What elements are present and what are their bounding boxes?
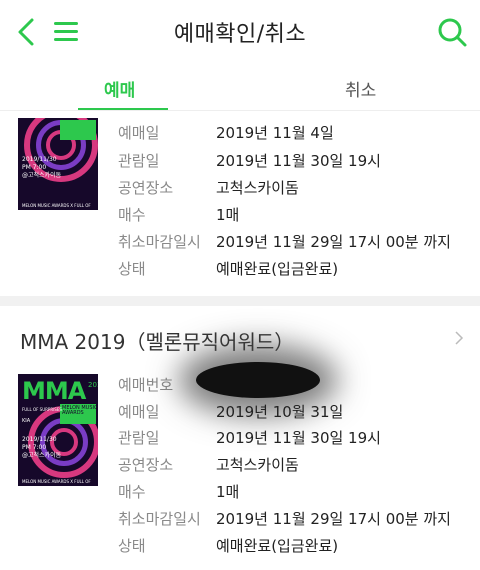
poster-logo: MMA (22, 377, 86, 405)
event-poster[interactable]: MMA 2019 FULL OF SURPRISES MELON MUSIC A… (18, 374, 98, 486)
page-title: 예매확인/취소 (173, 22, 307, 47)
detail-value: 예매완료(입금완료) (216, 260, 339, 278)
detail-value: 2019년 11월 30일 19시 (216, 152, 381, 170)
detail-value: 2019년 11월 4일 (216, 124, 334, 142)
detail-label: 공연장소 (118, 456, 174, 474)
detail-value: 2019년 11월 29일 17시 00분 까지 (216, 233, 451, 251)
redaction-mark (196, 362, 320, 398)
detail-label: 예매번호 (118, 376, 174, 394)
section-divider (0, 296, 480, 306)
detail-label: 매수 (118, 483, 146, 501)
detail-label: 예매일 (118, 403, 160, 421)
tab-divider (0, 110, 480, 111)
detail-label: 매수 (118, 206, 146, 224)
event-title[interactable]: MMA 2019（멜론뮤직어워드） (20, 326, 294, 355)
app-header: 예매확인/취소 (0, 0, 480, 64)
detail-value: 2019년 11월 29일 17시 00분 까지 (216, 510, 451, 528)
detail-label: 상태 (118, 537, 146, 555)
tab-cancel[interactable]: 취소 (345, 76, 376, 101)
detail-label: 취소마감일시 (118, 233, 201, 251)
detail-value: 1매 (216, 206, 240, 224)
detail-value: 2019년 11월 30일 19시 (216, 429, 381, 447)
detail-label: 상태 (118, 260, 146, 278)
tab-bar: 예매 취소 (0, 64, 480, 111)
search-icon[interactable] (436, 16, 468, 48)
detail-value: 고척스카이돔 (216, 456, 299, 474)
detail-label: 관람일 (118, 152, 160, 170)
detail-label: 관람일 (118, 429, 160, 447)
event-poster[interactable]: 2019/11/30 PM 7:00 @고척스카이돔 MELON MUSIC A… (18, 118, 98, 210)
chevron-right-icon[interactable] (452, 328, 466, 348)
detail-value: 2019년 10월 31일 (216, 403, 344, 421)
detail-value: 고척스카이돔 (216, 179, 299, 197)
detail-value: 예매완료(입금완료) (216, 537, 339, 555)
detail-label: 공연장소 (118, 179, 174, 197)
detail-value: 1매 (216, 483, 240, 501)
detail-label: 예매일 (118, 124, 160, 142)
tab-booking[interactable]: 예매 (104, 76, 135, 101)
detail-label: 취소마감일시 (118, 510, 201, 528)
